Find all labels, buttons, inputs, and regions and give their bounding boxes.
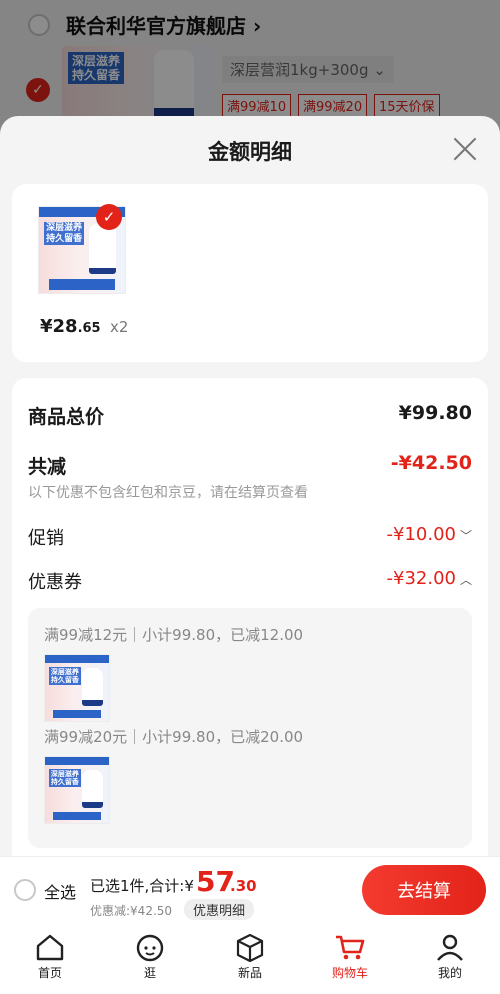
amount-detail-card: 商品总价 ¥99.80 共减 -¥42.50 以下优惠不包含红包和京豆，请在结算… (12, 378, 488, 856)
tab-new[interactable]: 新品 (200, 924, 300, 994)
coupon-product-image[interactable]: 深层滋养 持久留香 (44, 756, 110, 824)
tab-label: 我的 (437, 966, 462, 980)
price-integer: ¥28 (40, 316, 78, 337)
coupon-product-image[interactable]: 深层滋养 持久留香 (44, 654, 110, 722)
promotion-value: -¥10.00 (386, 524, 456, 545)
discount-detail-button[interactable]: 优惠明细 (184, 899, 255, 920)
product-price: ¥28.65 (40, 316, 101, 337)
goods-total-value: ¥99.80 (398, 402, 472, 424)
total-reduce-value: -¥42.50 (390, 452, 472, 474)
checkout-button[interactable]: 去结算 (362, 865, 486, 915)
bottle-graphic (88, 224, 117, 275)
image-caption: 深层滋养 持久留香 (48, 666, 81, 685)
chevron-down-icon: ﹀ (459, 529, 472, 543)
tab-label: 新品 (237, 966, 262, 980)
chevron-up-icon: ︿ (459, 573, 472, 587)
image-header (45, 655, 109, 663)
bottle-graphic (82, 770, 103, 809)
discount-note: 以下优惠不包含红包和京豆，请在结算页查看 (28, 485, 308, 501)
goods-total-label: 商品总价 (28, 406, 105, 428)
check-icon: ✓ (96, 204, 122, 230)
select-all-label[interactable]: 全选 (44, 879, 76, 903)
profile-icon (437, 934, 463, 961)
home-icon (36, 934, 64, 961)
new-box-icon (236, 933, 264, 962)
cart-icon (336, 935, 365, 960)
image-footer (52, 812, 102, 821)
coupon-line: 满99减12元｜小计99.80，已减12.00 (44, 626, 304, 644)
image-caption: 深层滋养 持久留香 (48, 768, 81, 787)
coupon-label: 优惠券 (28, 572, 82, 593)
tab-cart[interactable]: 购物车 (300, 924, 400, 994)
bottle-graphic (82, 668, 103, 707)
tab-browse[interactable]: 逛 (100, 924, 200, 994)
bottom-tab-bar: 首页 逛 新品 购物车 我的 (0, 924, 500, 994)
coupon-line: 满99减20元｜小计99.80，已减20.00 (44, 728, 304, 746)
checkout-bar: 全选 已选1件,合计:¥ 57 .30 优惠减:¥42.50 优惠明细 去结算 (0, 856, 500, 924)
product-card: 深层滋养 持久留香 ✓ ¥28.65 x2 (12, 184, 488, 362)
coupon-value: -¥32.00 (386, 568, 456, 589)
promotion-label: 促销 (28, 528, 64, 549)
tab-home[interactable]: 首页 (0, 924, 100, 994)
close-icon[interactable] (452, 136, 478, 162)
coupon-row-toggle[interactable]: -¥32.00 ︿ (387, 568, 473, 589)
browse-face-icon (136, 934, 164, 962)
image-caption: 深层滋养 持久留香 (44, 222, 85, 246)
total-reduce-label: 共减 (28, 456, 67, 478)
image-footer (52, 710, 102, 719)
discount-summary: 优惠减:¥42.50 (90, 904, 173, 918)
image-footer (49, 279, 115, 290)
tab-label: 逛 (143, 966, 156, 980)
selection-summary: 已选1件,合计:¥ (90, 877, 194, 895)
tab-label: 购物车 (331, 966, 368, 980)
coupon-detail-box: 满99减12元｜小计99.80，已减12.00 深层滋养 持久留香 满99减20元… (28, 608, 472, 848)
tab-profile[interactable]: 我的 (400, 924, 500, 994)
sheet-title: 金额明细 (208, 140, 292, 164)
product-quantity: x2 (110, 318, 129, 336)
amount-detail-sheet: 金额明细 深层滋养 持久留香 ✓ ¥28.65 x2 商品总价 ¥99.80 共减… (0, 116, 500, 856)
tab-label: 首页 (37, 966, 62, 980)
promotion-row-toggle[interactable]: -¥10.00 ﹀ (387, 524, 473, 545)
select-all-radio[interactable] (14, 879, 36, 901)
price-decimal: .65 (77, 321, 101, 336)
total-amount-decimal: .30 (230, 877, 257, 895)
image-header (45, 757, 109, 765)
